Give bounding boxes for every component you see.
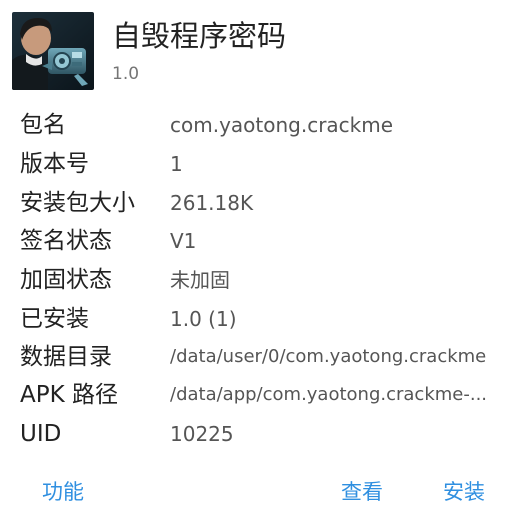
detail-label-signature: 签名状态 bbox=[20, 228, 112, 254]
detail-row-version-code: 版本号 1 bbox=[0, 145, 526, 183]
app-version: 1.0 bbox=[112, 64, 140, 84]
detail-value-protection: 未加固 bbox=[170, 268, 230, 292]
detail-row-size: 安装包大小 261.18K bbox=[0, 184, 526, 222]
detail-label-apk-path: APK 路径 bbox=[20, 382, 118, 408]
detail-row-installed: 已安装 1.0 (1) bbox=[0, 300, 526, 338]
detail-value-package: com.yaotong.crackme bbox=[170, 113, 394, 137]
detail-row-signature: 签名状态 V1 bbox=[0, 222, 526, 260]
detail-value-signature: V1 bbox=[170, 229, 197, 253]
detail-value-data-dir: /data/user/0/com.yaotong.crackme bbox=[170, 346, 487, 367]
detail-value-apk-path: /data/app/com.yaotong.crackme-... bbox=[170, 384, 488, 405]
detail-row-package: 包名 com.yaotong.crackme bbox=[0, 106, 526, 144]
detail-label-version-code: 版本号 bbox=[20, 151, 89, 177]
app-icon-image bbox=[12, 12, 94, 90]
app-icon bbox=[12, 12, 94, 90]
detail-row-uid: UID 10225 bbox=[0, 415, 526, 453]
detail-label-data-dir: 数据目录 bbox=[20, 344, 112, 370]
detail-value-version-code: 1 bbox=[170, 152, 183, 176]
detail-label-size: 安装包大小 bbox=[20, 190, 135, 216]
detail-label-package: 包名 bbox=[20, 112, 66, 138]
features-button[interactable]: 功能 bbox=[42, 474, 84, 510]
detail-row-apk-path: APK 路径 /data/app/com.yaotong.crackme-... bbox=[0, 376, 526, 414]
view-button[interactable]: 查看 bbox=[341, 474, 383, 510]
detail-value-uid: 10225 bbox=[170, 422, 234, 446]
detail-row-protection: 加固状态 未加固 bbox=[0, 261, 526, 299]
detail-value-installed: 1.0 (1) bbox=[170, 307, 237, 331]
app-name: 自毁程序密码 bbox=[112, 19, 287, 53]
detail-label-protection: 加固状态 bbox=[20, 267, 112, 293]
detail-value-size: 261.18K bbox=[170, 191, 254, 215]
detail-label-installed: 已安装 bbox=[20, 306, 89, 332]
app-info-dialog: 自毁程序密码 1.0 包名 com.yaotong.crackme 版本号 1 … bbox=[0, 0, 526, 514]
detail-row-data-dir: 数据目录 /data/user/0/com.yaotong.crackme bbox=[0, 338, 526, 376]
install-button[interactable]: 安装 bbox=[443, 474, 485, 510]
detail-label-uid: UID bbox=[20, 421, 62, 447]
